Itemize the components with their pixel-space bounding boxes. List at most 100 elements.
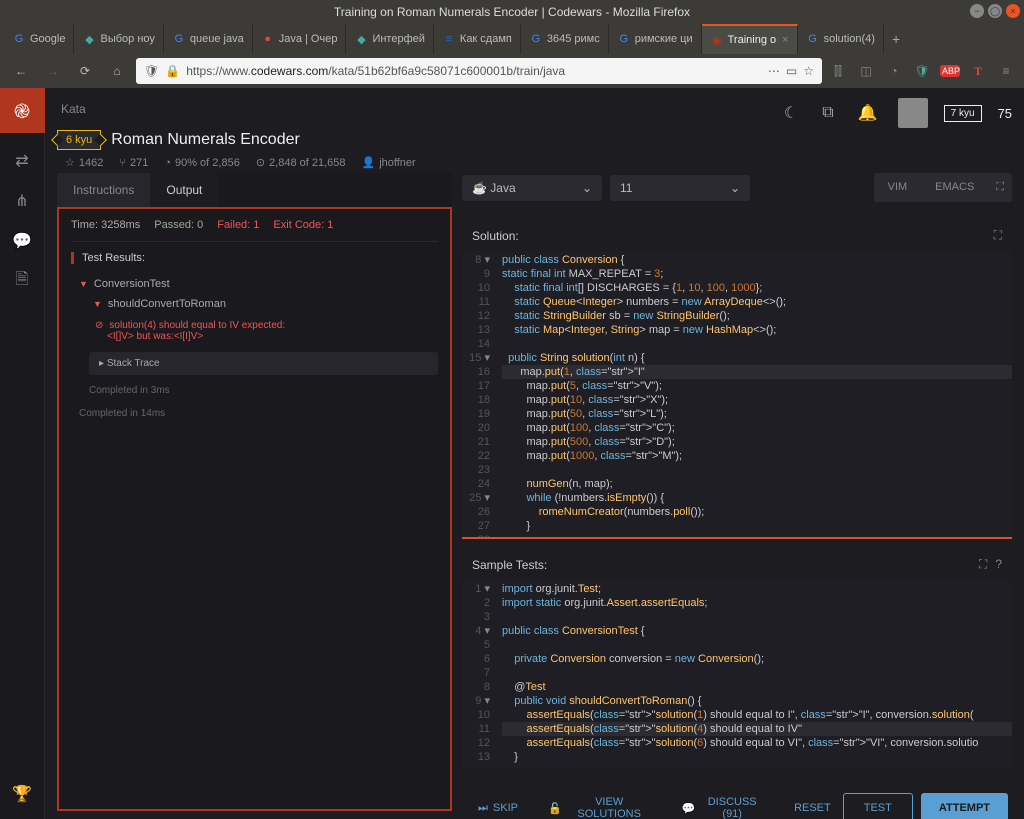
output-passed: Passed: 0 [154, 219, 203, 231]
codewars-logo[interactable]: ֎ [0, 88, 45, 133]
sidebar-kata-icon[interactable]: ⇄ [0, 141, 45, 181]
google-icon: G [617, 32, 631, 46]
menu-icon[interactable]: ≡ [996, 64, 1016, 78]
kata-title: Roman Numerals Encoder [111, 131, 300, 149]
failure-message: ⊘ solution(4) should equal to IV expecte… [71, 314, 438, 348]
reader-icon[interactable]: ▭ [786, 64, 797, 78]
sidebar-docs-icon[interactable]: 🗎 [0, 261, 45, 301]
browser-tab[interactable]: ●Java | Очер [253, 24, 347, 54]
pocket-icon[interactable]: ◔ [884, 64, 904, 78]
tests-editor[interactable]: 1 ▾234 ▾56789 ▾10111213 import org.junit… [462, 580, 1012, 768]
back-button[interactable]: ← [8, 58, 34, 84]
browser-tab[interactable]: Gqueue java [164, 24, 253, 54]
library-icon[interactable]: ⫿⫿ [828, 64, 848, 79]
tests-header: Sample Tests: [472, 558, 547, 572]
new-tab-button[interactable]: + [884, 24, 908, 54]
chevron-down-icon: ⌄ [582, 181, 592, 195]
reload-button[interactable]: ⟳ [72, 58, 98, 84]
stat-satisfaction: ◔ 90% of 2,856 [164, 157, 240, 169]
help-icon[interactable]: ? [995, 557, 1002, 572]
google-icon: G [806, 32, 820, 46]
view-solutions-button[interactable]: 🔓 VIEW SOLUTIONS [536, 788, 664, 819]
solution-editor[interactable]: 8 ▾9101112131415 ▾16171819202122232425 ▾… [462, 251, 1012, 539]
attempt-button[interactable]: ATTEMPT [921, 793, 1008, 819]
google-icon: G [12, 32, 26, 46]
window-close-button[interactable]: × [1006, 4, 1020, 18]
test-results-header: Test Results: [71, 252, 438, 264]
caret-down-icon: ▼ [79, 279, 88, 289]
test-button[interactable]: TEST [843, 793, 913, 819]
user-kyu-badge: 7 kyu [944, 105, 982, 122]
shield-icon[interactable]: 🛡 [912, 64, 932, 78]
page-action-icon[interactable]: ⋯ [768, 64, 780, 78]
window-minimize-button[interactable]: − [970, 4, 984, 18]
browser-tab-active[interactable]: ◉Training o× [702, 24, 798, 54]
favicon-icon: ◆ [354, 32, 368, 46]
toolbar-icons: ⫿⫿ ◫ ◔ 🛡 ABP T ≡ [828, 64, 1016, 79]
output-exitcode: Exit Code: 1 [273, 219, 333, 231]
sidebar-trophy-icon[interactable]: 🏆 [0, 779, 45, 819]
version-dropdown[interactable]: 11⌄ [610, 175, 750, 201]
test-method-row[interactable]: ▼shouldConvertToRoman [71, 294, 438, 314]
codewars-icon: ◉ [710, 33, 724, 47]
bookmark-icon[interactable]: ⧉ [818, 104, 837, 122]
stat-fork[interactable]: ⑂ 271 [119, 157, 148, 169]
completed-time: Completed in 14ms [71, 402, 438, 425]
shield-icon: 🛡 [144, 64, 159, 78]
home-button[interactable]: ⌂ [104, 58, 130, 84]
browser-tab[interactable]: G3645 римс [521, 24, 609, 54]
kata-header: Kata 6 kyu Roman Numerals Encoder ☆ 1462… [45, 88, 1024, 173]
stat-star[interactable]: ☆ 1462 [65, 156, 103, 169]
output-failed: Failed: 1 [217, 219, 259, 231]
reset-button[interactable]: RESET [782, 788, 843, 819]
editor-mode-vim[interactable]: VIM [874, 173, 922, 202]
sidebar-icon[interactable]: ◫ [856, 64, 876, 78]
language-dropdown[interactable]: ☕ Java⌄ [462, 175, 602, 201]
browser-tab[interactable]: ◆Выбор ноу [74, 24, 163, 54]
sidebar-practice-icon[interactable]: ⋔ [0, 181, 45, 221]
favicon-icon: ◆ [82, 32, 96, 46]
bookmark-star-icon[interactable]: ☆ [803, 64, 814, 78]
skip-button[interactable]: ⏭ SKIP [466, 788, 530, 819]
stat-completed: ⊙ 2,848 of 21,658 [256, 156, 346, 169]
sidebar-chat-icon[interactable]: 💬 [0, 221, 45, 261]
stat-author[interactable]: 👤 jhoffner [362, 156, 416, 169]
browser-tab[interactable]: Gsolution(4) [798, 24, 884, 54]
output-time: Time: 3258ms [71, 219, 140, 231]
browser-tab[interactable]: Gримские ци [609, 24, 702, 54]
window-maximize-button[interactable]: ◯ [988, 4, 1002, 18]
notifications-icon[interactable]: 🔔 [854, 103, 882, 123]
browser-tab[interactable]: GGoogle [4, 24, 74, 54]
window-title: Training on Roman Numerals Encoder | Cod… [334, 5, 690, 19]
browser-tabbar: GGoogle ◆Выбор ноу Gqueue java ●Java | О… [0, 24, 1024, 54]
editor-mode-emacs[interactable]: EMACS [921, 173, 988, 202]
browser-tab[interactable]: ◆Интерфей [346, 24, 433, 54]
tests-panel: Sample Tests: ⛶? 1 ▾234 ▾56789 ▾10111213… [462, 549, 1012, 768]
addon-icon[interactable]: T [968, 64, 988, 79]
caret-down-icon: ▼ [93, 299, 102, 309]
url-input[interactable]: 🛡 🔒 https://www.codewars.com/kata/51b62b… [136, 58, 822, 84]
user-avatar[interactable] [898, 98, 928, 128]
expand-icon[interactable]: ⛶ [988, 173, 1012, 202]
discuss-button[interactable]: 💬 DISCUSS (91) [670, 788, 776, 819]
window-titlebar: Training on Roman Numerals Encoder | Cod… [0, 0, 1024, 24]
kyu-badge: 6 kyu [57, 130, 101, 150]
expand-icon[interactable]: ⛶ [994, 228, 1002, 243]
adblock-icon[interactable]: ABP [940, 65, 960, 77]
theme-toggle-icon[interactable]: ☾ [780, 103, 802, 123]
tab-instructions[interactable]: Instructions [57, 173, 150, 207]
stack-trace-toggle[interactable]: ▸ Stack Trace [89, 352, 438, 375]
forward-button[interactable]: → [40, 58, 66, 84]
completed-time: Completed in 3ms [71, 379, 438, 402]
user-honor: 75 [998, 106, 1012, 121]
test-class-row[interactable]: ▼ConversionTest [71, 274, 438, 294]
left-tabs: Instructions Output [57, 173, 452, 207]
tab-close-icon[interactable]: × [782, 34, 788, 46]
browser-tab[interactable]: ≡Как сдамп [434, 24, 521, 54]
solution-panel: Solution: ⛶ 8 ▾9101112131415 ▾1617181920… [462, 220, 1012, 539]
tab-output[interactable]: Output [150, 173, 218, 207]
browser-urlbar: ← → ⟳ ⌂ 🛡 🔒 https://www.codewars.com/kat… [0, 54, 1024, 88]
favicon-icon: ≡ [442, 32, 456, 46]
expand-icon[interactable]: ⛶ [979, 557, 987, 572]
action-bar: ⏭ SKIP 🔓 VIEW SOLUTIONS 💬 DISCUSS (91) R… [462, 778, 1012, 819]
